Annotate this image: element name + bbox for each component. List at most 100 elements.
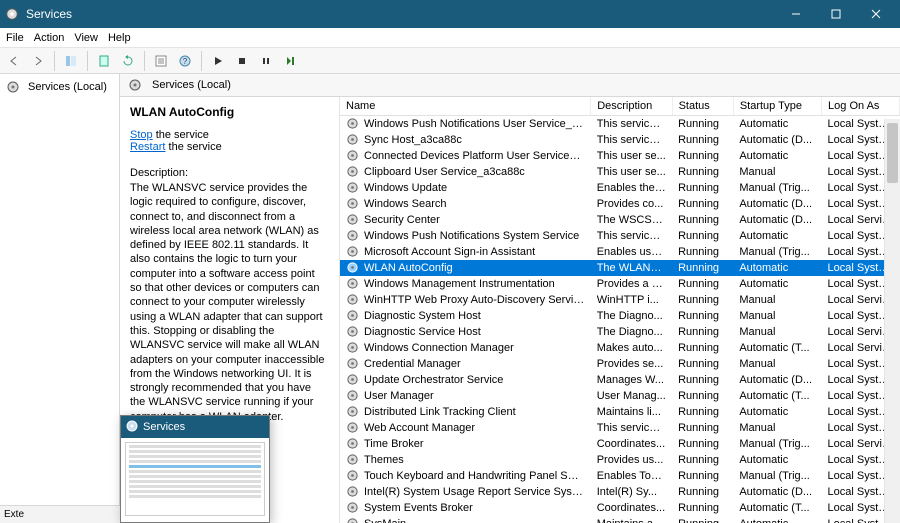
menu-view[interactable]: View (74, 32, 98, 44)
table-row[interactable]: Windows Push Notifications System Servic… (340, 228, 900, 244)
help-button[interactable]: ? (175, 51, 195, 71)
gear-icon (346, 517, 360, 523)
menubar: File Action View Help (0, 28, 900, 48)
service-name: Windows Update (364, 182, 447, 194)
service-startup: Automatic (733, 116, 821, 133)
table-row[interactable]: Security CenterThe WSCSV...RunningAutoma… (340, 212, 900, 228)
service-startup: Automatic (D... (733, 196, 821, 212)
gear-icon (346, 213, 360, 227)
service-name: Windows Management Instrumentation (364, 278, 555, 290)
svg-text:?: ? (183, 57, 188, 66)
gear-icon (346, 437, 360, 451)
service-status: Running (672, 468, 733, 484)
service-desc: This service ... (591, 228, 672, 244)
gear-icon (346, 325, 360, 339)
table-row[interactable]: Diagnostic System HostThe Diagno...Runni… (340, 308, 900, 324)
service-name: Diagnostic Service Host (364, 326, 481, 338)
table-row[interactable]: Windows Management InstrumentationProvid… (340, 276, 900, 292)
table-row[interactable]: ThemesProvides us...RunningAutomaticLoca… (340, 452, 900, 468)
table-row[interactable]: Intel(R) System Usage Report Service Sys… (340, 484, 900, 500)
service-startup: Automatic (733, 148, 821, 164)
col-name[interactable]: Name (340, 97, 591, 116)
taskbar-thumbnail[interactable]: Services (120, 415, 270, 523)
gear-icon (346, 277, 360, 291)
app-icon (4, 6, 20, 22)
table-row[interactable]: Windows Connection ManagerMakes auto...R… (340, 340, 900, 356)
col-description[interactable]: Description (591, 97, 672, 116)
close-button[interactable] (856, 0, 896, 28)
stop-service-button[interactable] (232, 51, 252, 71)
refresh-button[interactable] (118, 51, 138, 71)
view-tab-extended[interactable]: Exte (0, 505, 120, 523)
service-status: Running (672, 308, 733, 324)
table-row[interactable]: Windows UpdateEnables the ...RunningManu… (340, 180, 900, 196)
service-desc: The WSCSV... (591, 212, 672, 228)
gear-icon (346, 453, 360, 467)
service-name: WLAN AutoConfig (364, 262, 453, 274)
detail-heading: WLAN AutoConfig (130, 105, 329, 119)
back-button[interactable] (4, 51, 24, 71)
service-startup: Automatic (733, 452, 821, 468)
service-startup: Automatic (D... (733, 212, 821, 228)
col-startup[interactable]: Startup Type (733, 97, 821, 116)
description-label: Description: (130, 167, 329, 179)
gear-icon (346, 341, 360, 355)
table-row[interactable]: SysMainMaintains a...RunningAutomaticLoc… (340, 516, 900, 523)
table-row[interactable]: Update Orchestrator ServiceManages W...R… (340, 372, 900, 388)
export-button[interactable] (94, 51, 114, 71)
minimize-button[interactable] (776, 0, 816, 28)
service-desc: Makes auto... (591, 340, 672, 356)
gear-icon (346, 421, 360, 435)
pause-service-button[interactable] (256, 51, 276, 71)
table-row[interactable]: User ManagerUser Manag...RunningAutomati… (340, 388, 900, 404)
forward-button[interactable] (28, 51, 48, 71)
gear-icon (346, 181, 360, 195)
tree-root-services-local[interactable]: Services (Local) (0, 78, 119, 96)
table-row[interactable]: System Events BrokerCoordinates...Runnin… (340, 500, 900, 516)
table-row[interactable]: Diagnostic Service HostThe Diagno...Runn… (340, 324, 900, 340)
service-status: Running (672, 516, 733, 523)
service-startup: Automatic (733, 516, 821, 523)
table-row[interactable]: WinHTTP Web Proxy Auto-Discovery Service… (340, 292, 900, 308)
show-hide-tree-button[interactable] (61, 51, 81, 71)
menu-action[interactable]: Action (34, 32, 65, 44)
table-row[interactable]: Web Account ManagerThis service ...Runni… (340, 420, 900, 436)
gear-icon (346, 309, 360, 323)
table-row[interactable]: Distributed Link Tracking ClientMaintain… (340, 404, 900, 420)
gear-icon (346, 149, 360, 163)
vertical-scrollbar[interactable] (884, 119, 900, 523)
maximize-button[interactable] (816, 0, 856, 28)
table-row[interactable]: Windows Push Notifications User Service_… (340, 116, 900, 133)
menu-help[interactable]: Help (108, 32, 131, 44)
table-row[interactable]: Windows SearchProvides co...RunningAutom… (340, 196, 900, 212)
table-row[interactable]: Credential ManagerProvides se...RunningM… (340, 356, 900, 372)
table-row[interactable]: Time BrokerCoordinates...RunningManual (… (340, 436, 900, 452)
service-startup: Manual (733, 164, 821, 180)
table-row[interactable]: Clipboard User Service_a3ca88cThis user … (340, 164, 900, 180)
table-row[interactable]: Microsoft Account Sign-in AssistantEnabl… (340, 244, 900, 260)
table-row[interactable]: Touch Keyboard and Handwriting Panel Ser… (340, 468, 900, 484)
restart-service-link[interactable]: Restart (130, 141, 165, 153)
service-desc: Provides co... (591, 196, 672, 212)
tree-pane: Services (Local) Exte (0, 74, 120, 523)
menu-file[interactable]: File (6, 32, 24, 44)
gear-icon (346, 293, 360, 307)
table-row[interactable]: Connected Devices Platform User Service_… (340, 148, 900, 164)
table-row[interactable]: Sync Host_a3ca88cThis service ...Running… (340, 132, 900, 148)
table-row[interactable]: WLAN AutoConfigThe WLANS...RunningAutoma… (340, 260, 900, 276)
service-desc: Coordinates... (591, 436, 672, 452)
service-desc: User Manag... (591, 388, 672, 404)
start-service-button[interactable] (208, 51, 228, 71)
service-startup: Automatic (T... (733, 340, 821, 356)
col-logon[interactable]: Log On As (822, 97, 900, 116)
gear-icon (346, 245, 360, 259)
properties-button[interactable] (151, 51, 171, 71)
service-status: Running (672, 116, 733, 133)
service-desc: Enables use... (591, 244, 672, 260)
services-table-wrap[interactable]: Name Description Status Startup Type Log… (340, 97, 900, 523)
service-desc: This user se... (591, 164, 672, 180)
service-status: Running (672, 436, 733, 452)
stop-service-link[interactable]: Stop (130, 129, 153, 141)
col-status[interactable]: Status (672, 97, 733, 116)
restart-service-button[interactable] (280, 51, 300, 71)
